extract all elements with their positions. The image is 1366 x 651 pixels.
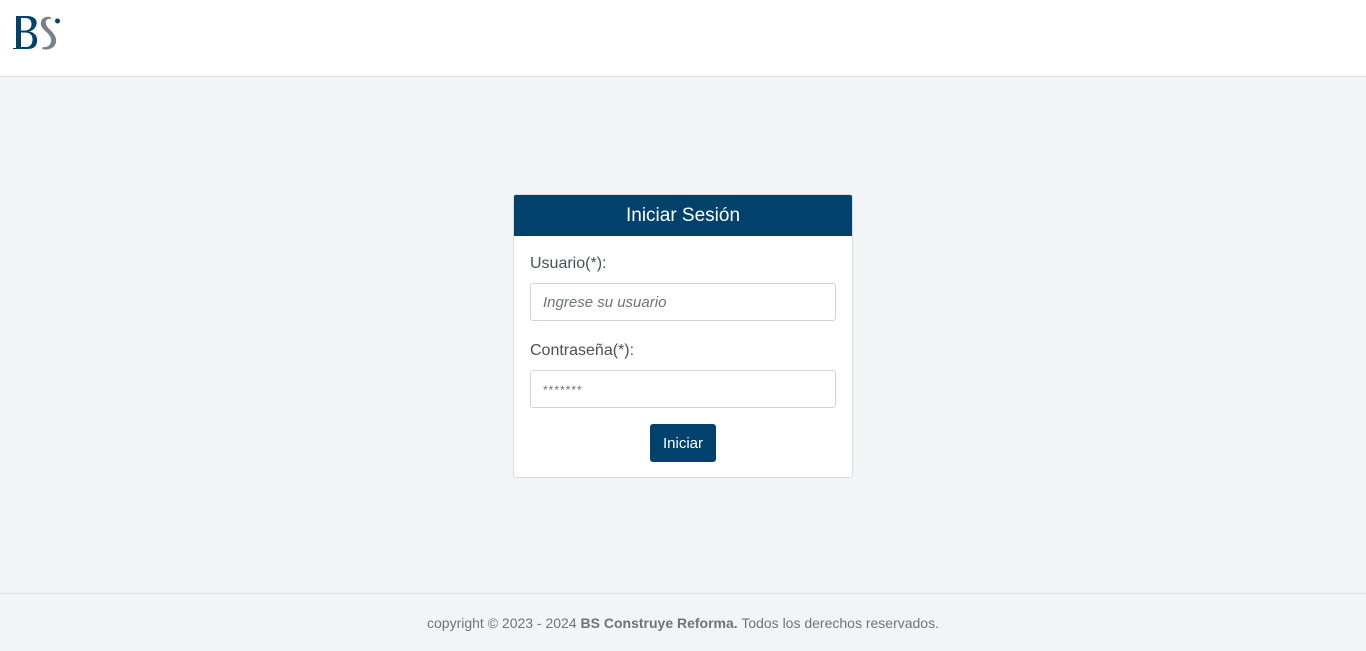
top-navbar bbox=[0, 0, 1366, 77]
password-input[interactable] bbox=[530, 370, 836, 408]
footer: copyright © 2023 - 2024 BS Construye Ref… bbox=[0, 593, 1366, 651]
main-content: Iniciar Sesión Usuario(*): Contraseña(*)… bbox=[0, 77, 1366, 593]
login-card: Iniciar Sesión Usuario(*): Contraseña(*)… bbox=[513, 194, 853, 478]
bs-logo[interactable] bbox=[12, 12, 64, 64]
user-input[interactable] bbox=[530, 283, 836, 321]
login-button[interactable]: Iniciar bbox=[649, 424, 716, 462]
login-form: Usuario(*): Contraseña(*): Iniciar bbox=[514, 236, 852, 462]
footer-company: BS Construye Reforma. bbox=[580, 614, 738, 631]
footer-prefix: copyright © 2023 - 2024 bbox=[427, 614, 581, 631]
login-title: Iniciar Sesión bbox=[514, 195, 852, 236]
footer-suffix: Todos los derechos reservados. bbox=[737, 614, 939, 631]
user-label: Usuario(*): bbox=[530, 255, 607, 272]
footer-copyright: copyright © 2023 - 2024 BS Construye Ref… bbox=[427, 615, 939, 631]
password-label: Contraseña(*): bbox=[530, 342, 635, 359]
